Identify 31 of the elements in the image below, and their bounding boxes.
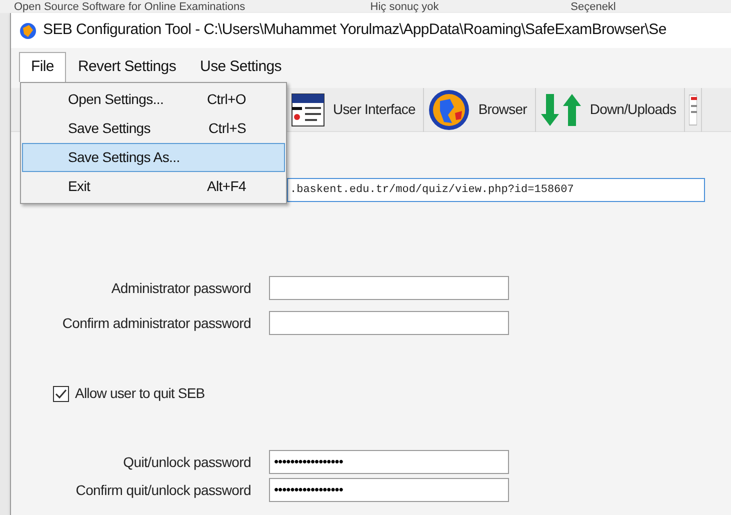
field-label: Quit/unlock password <box>122 452 251 472</box>
field-label: Confirm administrator password <box>61 314 251 333</box>
globe-icon <box>428 88 470 130</box>
up-down-arrows-icon <box>540 92 582 128</box>
menu-item[interactable]: Revert Settings <box>66 52 188 82</box>
document-icon <box>291 92 325 126</box>
url-field[interactable]: .baskent.edu.tr/mod/quiz/view.php?id=158607 <box>287 178 705 202</box>
checkbox[interactable] <box>53 386 69 402</box>
app-icon <box>19 22 37 40</box>
menu-item[interactable]: Use Settings <box>188 52 294 82</box>
window-title: SEB Configuration Tool - C:\Users\Muhammet Yorulmaz\AppData\Roaming\SafeExamBrowser\Se <box>43 20 666 40</box>
menu-option[interactable]: Save Settings As... <box>22 143 285 172</box>
menu-option[interactable]: Exit Alt+F4 <box>22 172 285 201</box>
password-field[interactable]: ••••••••••••••••• <box>269 478 509 502</box>
password-field[interactable] <box>269 311 509 335</box>
browser-tab[interactable]: Hiç sonuç yok <box>370 1 531 13</box>
checkbox-label: Allow user to quit SEB <box>75 384 205 403</box>
menu-item[interactable]: File <box>19 52 66 82</box>
check-icon <box>55 388 67 400</box>
browser-tab[interactable]: Seçenekl <box>570 1 731 13</box>
menu-option[interactable]: Save Settings Ctrl+S <box>22 114 285 143</box>
password-field[interactable]: ••••••••••••••••• <box>269 450 509 474</box>
password-field[interactable] <box>269 276 509 300</box>
field-label: Confirm quit/unlock password <box>74 480 251 500</box>
menu-option[interactable]: Open Settings... Ctrl+O <box>22 85 285 114</box>
toolbar-button[interactable]: User Interface <box>287 88 424 132</box>
browser-tab[interactable]: Open Source Software for Online Examinations <box>14 1 330 13</box>
field-label: Administrator password <box>110 278 251 298</box>
toolbar-icon <box>689 92 698 126</box>
toolbar-button[interactable]: Browser <box>424 88 536 132</box>
toolbar-button[interactable]: Down/Uploads <box>536 88 686 132</box>
